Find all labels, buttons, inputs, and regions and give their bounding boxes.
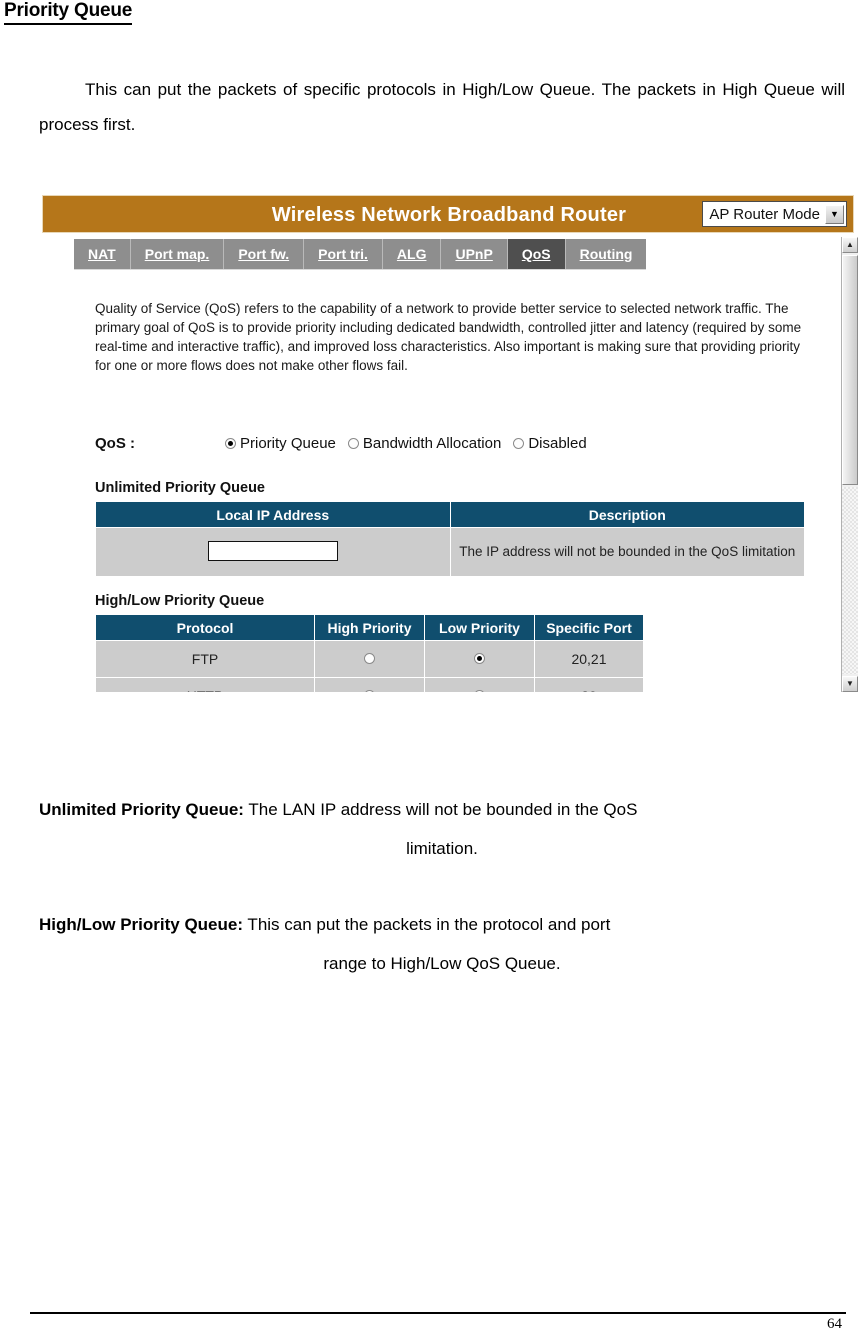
scrollbar-track[interactable] [842,487,858,674]
tab-alg[interactable]: ALG [383,239,442,269]
operation-mode-value: AP Router Mode [709,205,820,223]
definition-line-1: Unlimited Priority Queue: The LAN IP add… [39,790,845,829]
chevron-down-icon[interactable]: ▼ [825,204,844,224]
column-local-ip-address: Local IP Address [95,501,451,528]
unlimited-queue-caption: Unlimited Priority Queue [95,480,265,496]
qos-option-priority-queue[interactable]: Priority Queue [225,435,336,452]
qos-mode-field: QoS : Priority Queue Bandwidth Allocatio… [95,435,599,452]
radio-disabled[interactable] [513,438,525,449]
radio-bandwidth-allocation[interactable] [347,438,359,449]
unlimited-priority-queue-table: Local IP Address Description The IP addr… [95,501,805,577]
tab-routing[interactable]: Routing [566,239,647,269]
specific-port-cell: 80 [534,677,644,692]
protocol-cell: HTTP [95,677,315,692]
table-row: HTTP 80 [95,677,644,692]
scroll-up-arrow-icon[interactable]: ▲ [842,237,858,253]
router-ui-screenshot: Wireless Network Broadband Router AP Rou… [42,195,858,692]
qos-option-priority-queue-label: Priority Queue [240,435,336,452]
column-specific-port: Specific Port [534,614,644,641]
local-ip-address-cell [95,527,451,577]
router-ui-viewport: Wireless Network Broadband Router AP Rou… [42,195,858,692]
unlimited-queue-description-cell: The IP address will not be bounded in th… [449,527,805,577]
vertical-scrollbar[interactable]: ▲ ▼ [841,237,858,692]
radio-http-high-priority[interactable] [364,690,375,692]
qos-description: Quality of Service (QoS) refers to the c… [95,301,802,373]
definition-high-low-priority-queue: High/Low Priority Queue: This can put th… [39,905,845,983]
qos-option-bandwidth-allocation-label: Bandwidth Allocation [362,435,502,452]
definition-line-2: limitation. [406,839,478,858]
high-priority-cell [314,640,425,678]
high-low-queue-caption: High/Low Priority Queue [95,593,265,609]
definition-term: High/Low Priority Queue: [39,915,244,934]
radio-priority-queue[interactable] [225,438,236,449]
tab-port-tri[interactable]: Port tri. [304,239,383,269]
definition-text: This can put the packets in the protocol… [243,915,611,934]
footer-divider [30,1312,846,1314]
column-low-priority: Low Priority [424,614,535,641]
column-high-priority: High Priority [314,614,425,641]
tab-upnp[interactable]: UPnP [441,239,508,269]
high-low-priority-queue-table: Protocol High Priority Low Priority Spec… [95,614,644,692]
table-header-row: Local IP Address Description [95,501,805,528]
protocol-cell: FTP [95,640,315,678]
page-title: Priority Queue [4,0,132,25]
tab-qos[interactable]: QoS [507,239,566,269]
qos-option-disabled[interactable]: Disabled [513,435,587,452]
intro-paragraph: This can put the packets of specific pro… [39,80,845,134]
scroll-down-arrow-icon[interactable]: ▼ [842,676,858,692]
tab-nat[interactable]: NAT [74,239,131,269]
column-protocol: Protocol [95,614,315,641]
specific-port-cell: 20,21 [534,640,644,678]
definition-term: Unlimited Priority Queue: [39,800,244,819]
qos-option-bandwidth-allocation[interactable]: Bandwidth Allocation [347,435,502,452]
table-header-row: Protocol High Priority Low Priority Spec… [95,614,644,641]
operation-mode-select[interactable]: AP Router Mode ▼ [702,201,847,227]
qos-field-label: QoS : [95,435,135,452]
high-priority-cell [314,677,425,692]
page-number: 64 [827,1316,842,1332]
tab-port-map[interactable]: Port map. [131,239,225,269]
qos-option-disabled-label: Disabled [528,435,587,452]
table-row: The IP address will not be bounded in th… [95,527,805,577]
low-priority-cell [424,677,535,692]
column-description: Description [449,501,805,528]
router-brand-bar: Wireless Network Broadband Router AP Rou… [42,195,854,233]
scrollbar-thumb[interactable] [842,255,858,485]
radio-http-low-priority[interactable] [474,690,485,692]
definition-text: The LAN IP address will not be bounded i… [243,800,638,819]
low-priority-cell [424,640,535,678]
radio-ftp-high-priority[interactable] [364,653,375,664]
local-ip-address-input[interactable] [207,540,338,561]
radio-ftp-low-priority[interactable] [474,653,485,664]
definition-line-1: High/Low Priority Queue: This can put th… [39,905,845,944]
tab-port-fw[interactable]: Port fw. [224,239,305,269]
table-row: FTP 20,21 [95,640,644,678]
definition-unlimited-priority-queue: Unlimited Priority Queue: The LAN IP add… [39,790,845,868]
definition-line-2: range to High/Low QoS Queue. [323,954,561,973]
nav-tab-strip: NAT Port map. Port fw. Port tri. ALG UPn… [74,239,647,269]
